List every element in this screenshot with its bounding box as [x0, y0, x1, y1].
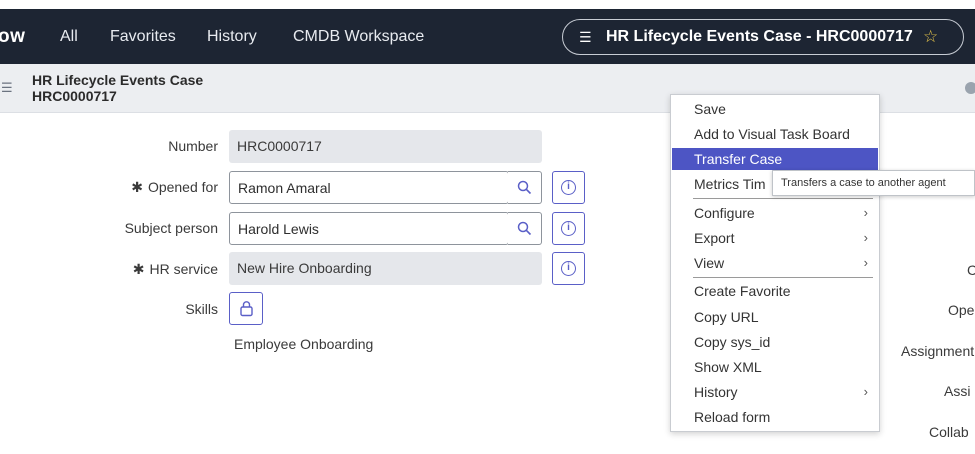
menu-item-configure[interactable]: Configure › — [672, 202, 878, 224]
skills-value: Employee Onboarding — [234, 336, 374, 352]
menu-item-copy-sys-id[interactable]: Copy sys_id — [672, 331, 878, 353]
menu-item-save[interactable]: Save — [672, 98, 878, 120]
opened-for-input[interactable]: Ramon Amaral — [229, 171, 509, 204]
opened-for-label: ✱ Opened for — [0, 179, 218, 196]
number-label: Number — [168, 138, 218, 154]
skills-label: Skills — [185, 301, 218, 317]
subject-person-search-button[interactable] — [508, 212, 542, 245]
app-logo[interactable]: ow — [0, 26, 25, 48]
opened-for-search-button[interactable] — [508, 171, 542, 204]
menu-item-transfer-case[interactable]: Transfer Case — [672, 148, 878, 170]
right-label-5: Collab — [929, 424, 969, 440]
chevron-right-icon: › — [863, 255, 868, 270]
nav-history[interactable]: History — [207, 28, 257, 46]
menu-item-show-xml[interactable]: Show XML — [672, 356, 878, 378]
record-title: HR Lifecycle Events Case - HRC0000717 — [606, 28, 913, 45]
subject-person-label: Subject person — [124, 220, 218, 236]
menu-item-view[interactable]: View › — [672, 252, 878, 274]
nav-all[interactable]: All — [60, 28, 78, 46]
menu-item-create-favorite[interactable]: Create Favorite — [672, 280, 878, 302]
chevron-right-icon: › — [863, 230, 868, 245]
menu-item-view-label: View — [694, 255, 725, 271]
required-icon: ✱ — [132, 261, 145, 277]
chevron-right-icon: › — [863, 205, 868, 220]
star-icon[interactable]: ☆ — [923, 27, 938, 47]
opened-for-label-text: Opened for — [147, 179, 218, 195]
form-title: HR Lifecycle Events Case HRC0000717 — [32, 72, 203, 104]
skills-lock-button[interactable] — [229, 292, 263, 325]
nav-cmdb-workspace[interactable]: CMDB Workspace — [293, 28, 424, 46]
hr-service-label-text: HR service — [149, 261, 218, 277]
info-icon: i — [561, 180, 576, 195]
form-context-menu: Save Add to Visual Task Board Transfer C… — [670, 94, 880, 432]
form-title-number: HRC0000717 — [32, 88, 117, 104]
right-label-1: C — [967, 262, 975, 278]
menu-item-export-label: Export — [694, 230, 735, 246]
info-icon: i — [561, 261, 576, 276]
hr-service-info-button[interactable]: i — [552, 252, 585, 285]
attachment-icon[interactable] — [965, 82, 975, 94]
menu-item-add-to-visual-task-board[interactable]: Add to Visual Task Board — [672, 123, 878, 145]
required-icon: ✱ — [131, 179, 143, 195]
menu-item-history[interactable]: History › — [672, 381, 878, 403]
right-label-3: Assignment — [901, 343, 975, 359]
menu-item-export[interactable]: Export › — [672, 227, 878, 249]
right-label-4: Assi — [944, 383, 971, 399]
menu-divider — [693, 198, 873, 199]
subject-person-input[interactable]: Harold Lewis — [229, 212, 509, 245]
form-title-type: HR Lifecycle Events Case — [32, 72, 204, 88]
record-title-pill[interactable]: ☰ HR Lifecycle Events Case - HRC0000717 … — [562, 19, 964, 55]
menu-item-copy-url[interactable]: Copy URL — [672, 306, 878, 328]
search-icon — [517, 180, 532, 195]
menu-icon: ☰ — [579, 29, 592, 45]
info-icon: i — [561, 221, 576, 236]
menu-divider — [693, 277, 873, 278]
hr-service-label: ✱ HR service — [0, 261, 218, 278]
menu-item-history-label: History — [694, 384, 738, 400]
top-navigation-bar: ow All Favorites History CMDB Workspace … — [0, 9, 975, 64]
search-icon — [517, 221, 532, 236]
right-label-2: Ope — [948, 302, 975, 318]
chevron-right-icon: › — [863, 384, 868, 399]
transfer-case-tooltip: Transfers a case to another agent — [772, 170, 975, 196]
opened-for-info-button[interactable]: i — [552, 171, 585, 204]
number-field: HRC0000717 — [229, 130, 542, 163]
subject-person-info-button[interactable]: i — [552, 212, 585, 245]
form-menu-icon[interactable]: ☰ — [1, 80, 13, 96]
nav-favorites[interactable]: Favorites — [110, 28, 176, 46]
menu-item-configure-label: Configure — [694, 205, 755, 221]
hr-service-field: New Hire Onboarding — [229, 252, 542, 285]
lock-icon — [240, 301, 253, 317]
menu-item-reload-form[interactable]: Reload form — [672, 406, 878, 428]
